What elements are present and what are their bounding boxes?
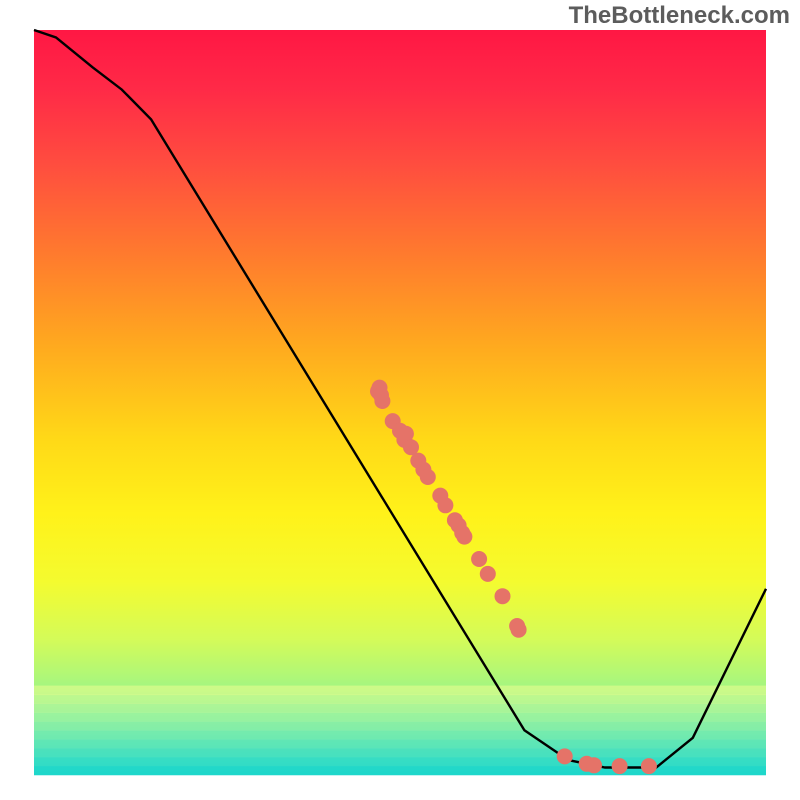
watermark-text: TheBottleneck.com xyxy=(569,2,790,30)
scatter-point xyxy=(495,588,511,604)
scatter-point xyxy=(420,469,436,485)
chart-container: TheBottleneck.com xyxy=(0,0,800,800)
scatter-point xyxy=(641,758,657,774)
scatter-point xyxy=(437,497,453,513)
scatter-point xyxy=(374,393,390,409)
scatter-point xyxy=(480,566,496,582)
scatter-point xyxy=(471,551,487,567)
scatter-point xyxy=(557,748,573,764)
scatter-point xyxy=(586,757,602,773)
chart-svg xyxy=(0,0,800,800)
bottom-green-bands xyxy=(34,686,766,776)
scatter-point xyxy=(612,758,628,774)
plot-background xyxy=(34,30,766,775)
scatter-point xyxy=(456,529,472,545)
scatter-point xyxy=(511,622,527,638)
